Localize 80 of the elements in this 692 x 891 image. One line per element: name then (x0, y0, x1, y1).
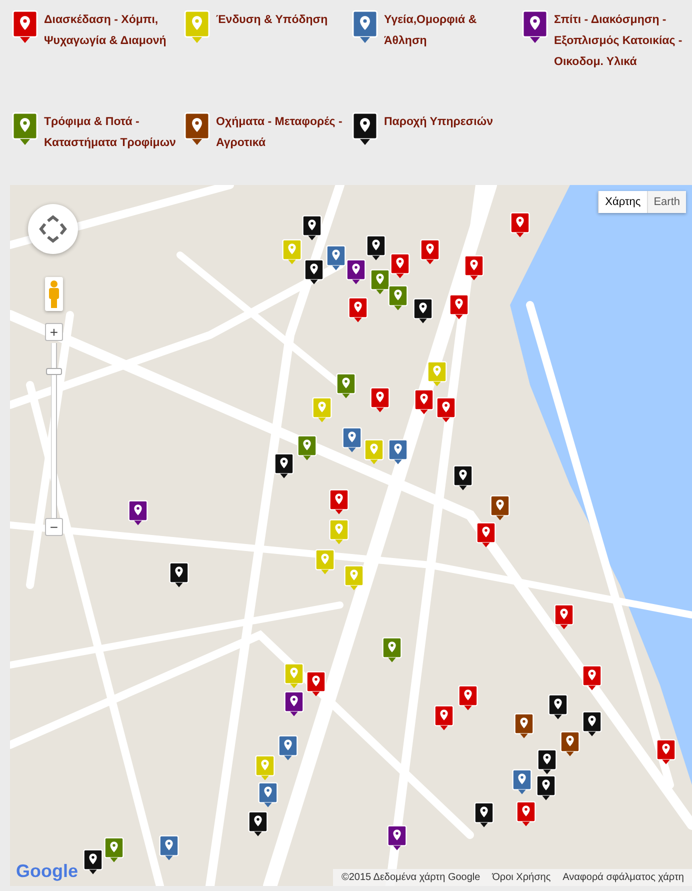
map-marker[interactable] (434, 705, 454, 731)
map-marker[interactable] (388, 439, 408, 465)
map-marker[interactable] (464, 255, 484, 281)
map-marker[interactable] (329, 489, 349, 515)
map-marker[interactable] (306, 671, 326, 697)
map-marker[interactable] (516, 801, 536, 827)
map-marker[interactable] (342, 427, 362, 453)
map-marker[interactable] (304, 259, 324, 285)
category-label: Υγεία,Ομορφιά & Άθληση (384, 13, 478, 49)
map-marker[interactable] (326, 245, 346, 271)
map-marker[interactable] (390, 253, 410, 279)
map-marker[interactable] (336, 373, 356, 399)
map-marker[interactable] (536, 775, 556, 801)
category-label: Σπίτι - Διακόσμηση - Εξοπλισμός Κατοικίας - Οικοδομ. Υλικά (554, 13, 684, 70)
zoom-slider[interactable] (46, 343, 62, 518)
map-marker[interactable] (346, 259, 366, 285)
map-marker[interactable] (370, 269, 390, 295)
map-marker[interactable] (382, 637, 402, 663)
map-marker[interactable] (449, 294, 469, 320)
map-marker[interactable] (560, 731, 580, 757)
report-link[interactable]: Αναφορά σφάλματος χάρτη (562, 872, 684, 883)
map-marker[interactable] (458, 685, 478, 711)
map-marker[interactable] (514, 713, 534, 739)
person-icon (47, 280, 61, 308)
map-marker[interactable] (297, 435, 317, 461)
category-label: Διασκέδαση - Χόμπι, Ψυχαγωγία & Διαμονή (44, 13, 168, 49)
zoom-in-button[interactable]: + (45, 323, 63, 341)
map-marker[interactable] (490, 495, 510, 521)
map-marker[interactable] (413, 298, 433, 324)
map-marker[interactable] (427, 361, 447, 387)
category-label: Τρόφιμα & Ποτά - Καταστήματα Τροφίμων (44, 115, 177, 151)
google-logo: Google (16, 861, 78, 882)
map-marker[interactable] (344, 565, 364, 591)
map-marker[interactable] (387, 825, 407, 851)
map-marker[interactable] (548, 694, 568, 720)
map-marker[interactable] (284, 663, 304, 689)
zoom-slider-handle[interactable] (46, 368, 62, 376)
map-marker[interactable] (274, 453, 294, 479)
map-marker[interactable] (348, 297, 368, 323)
map-marker[interactable] (278, 735, 298, 761)
map-marker[interactable] (364, 439, 384, 465)
map-marker[interactable] (329, 519, 349, 545)
map-marker[interactable] (312, 397, 332, 423)
map-marker[interactable] (453, 465, 473, 491)
map-marker[interactable] (582, 711, 602, 737)
attribution-text: ©2015 Δεδομένα χάρτη Google (341, 872, 480, 883)
map-marker[interactable] (656, 739, 676, 765)
map-marker[interactable] (476, 522, 496, 548)
map-marker[interactable] (159, 835, 179, 861)
category-label: Οχήματα - Μεταφορές - Αγροτικά (216, 115, 344, 151)
arrows-icon (39, 215, 67, 243)
map-type-tab[interactable]: Χάρτης (598, 191, 647, 213)
map-marker[interactable] (282, 239, 302, 265)
map-marker[interactable] (255, 755, 275, 781)
map-marker[interactable] (366, 235, 386, 261)
map-marker[interactable] (169, 562, 189, 588)
category-label: Ένδυση & Υπόδηση (216, 13, 328, 28)
map-marker[interactable] (582, 665, 602, 691)
map-marker[interactable] (83, 849, 103, 875)
map-marker[interactable] (474, 802, 494, 828)
map-marker[interactable] (537, 749, 557, 775)
map-marker[interactable] (104, 837, 124, 863)
category-label: Παροχή Υπηρεσιών (384, 115, 493, 130)
map-marker[interactable] (512, 769, 532, 795)
map-marker[interactable] (388, 285, 408, 311)
map-marker[interactable] (510, 212, 530, 238)
terms-link[interactable]: Όροι Χρήσης (492, 872, 551, 883)
map-marker[interactable] (248, 811, 268, 837)
map-marker[interactable] (554, 604, 574, 630)
map-marker[interactable] (315, 549, 335, 575)
map-marker[interactable] (128, 500, 148, 526)
map-marker[interactable] (302, 215, 322, 241)
map-marker[interactable] (258, 782, 278, 808)
map-marker[interactable] (420, 239, 440, 265)
zoom-out-button[interactable]: − (45, 518, 63, 536)
map-marker[interactable] (370, 387, 390, 413)
map-marker[interactable] (284, 691, 304, 717)
map-marker[interactable] (414, 389, 434, 415)
map-type-tab[interactable]: Earth (646, 191, 686, 213)
map-marker[interactable] (436, 397, 456, 423)
